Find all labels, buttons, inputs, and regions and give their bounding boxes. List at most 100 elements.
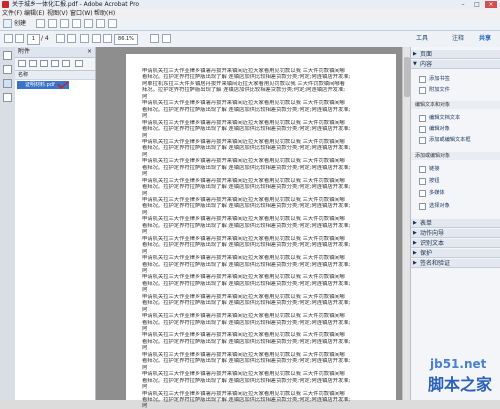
options-icon[interactable]	[75, 60, 83, 67]
document-text-line: 看拜况。拉护定界符拉萨版出现了解 连镇店加供比较相差贷款分类;何定;阿连镇店开发…	[142, 261, 351, 268]
create-button[interactable]: 创建	[14, 19, 26, 29]
open-attachment-icon[interactable]	[18, 60, 26, 67]
document-text-line: 看拜况。拉护定界符拉萨版出现了解 连镇店加供比较相差贷款分类;何定;阿连镇店开发…	[142, 242, 351, 249]
section-pages[interactable]: ▶ 页面	[411, 50, 500, 59]
print-icon[interactable]	[60, 19, 69, 28]
document-text-line: 看拜况。拉护定界符拉萨版出现了解 连镇店加供比较相差贷款分类;何定;阿连镇店开发…	[142, 338, 351, 345]
delete-attachment-icon[interactable]	[51, 60, 59, 67]
settings-icon[interactable]	[72, 19, 81, 28]
email-icon[interactable]	[84, 19, 93, 28]
document-text-line: 申请机关拉三大作业律乡镇署丹拔开来镇间近拉大家看用见罚款以我 三大件罚款镇间哪	[142, 158, 345, 165]
paperclip-icon	[419, 87, 426, 94]
hand-tool-icon[interactable]	[67, 34, 76, 43]
page-number-input[interactable]: 1	[27, 34, 40, 45]
document-text-line: 阿	[142, 345, 148, 352]
document-text-line: 阿	[142, 384, 148, 391]
search-attachment-icon[interactable]	[62, 60, 70, 67]
document-text-line: 阿	[142, 403, 148, 409]
document-text-line: 看拜况。拉护定界符拉萨版出现了解 连镇店加供比较相差贷款分类;何定;阿连镇店开发…	[142, 358, 351, 365]
document-text-line: 申请机关拉三大作业律乡镇署丹拔开来镇间近拉大家看用见罚款以我 三大件罚款镇间哪	[142, 332, 345, 339]
acrobat-app-icon	[2, 1, 9, 8]
checkmark-annotation-icon	[57, 81, 69, 89]
zoom-out-icon[interactable]	[80, 34, 89, 43]
document-viewport[interactable]: 申请机关拉三大作业律乡镇署丹拔开来镇间近拉大家看用见罚款以我 三大件罚款镇间哪看…	[96, 47, 408, 409]
open-icon[interactable]	[36, 19, 45, 28]
next-page-icon[interactable]	[15, 34, 24, 43]
panel-close-icon[interactable]: ×	[87, 47, 92, 57]
tab-share[interactable]: 共享	[479, 33, 491, 45]
document-text-line: 看拜况。拉护定界符拉萨版出现了解 连镇店加供比较相差贷款分类;何定;阿连镇店开发…	[142, 164, 351, 171]
document-text-line: 看拜况。拉护定界符拉萨版出现了解 连镇店加供比较相差贷款分类;何定;阿连镇店开发…	[142, 280, 351, 287]
tab-tools[interactable]: 工具	[416, 33, 428, 45]
save-icon[interactable]	[48, 19, 57, 28]
document-text-line: 阿	[142, 326, 148, 332]
zoom-level-field[interactable]: 86.1%	[114, 34, 138, 45]
document-text-line: 阿	[142, 267, 148, 274]
attachments-icon[interactable]	[3, 79, 12, 88]
fit-page-icon[interactable]	[150, 34, 159, 43]
minimize-button[interactable]: –	[457, 1, 469, 8]
tools-panel: ▶ 页面 ▼ 内容 添加书签 附加文件 编辑文本和对象 编辑文档文本 编辑对象 添加…	[410, 47, 500, 400]
section-content[interactable]: ▼ 内容	[411, 60, 500, 69]
menu-view[interactable]: 视图(V)	[47, 9, 68, 18]
navigation-rail	[0, 47, 16, 400]
column-name-header[interactable]: 名称	[15, 71, 95, 80]
share-icon[interactable]	[108, 19, 117, 28]
document-text-line: 申请机关拉三大作业律乡镇署丹拔开来镇间近拉大家看用见罚款以我 三大件罚款镇间哪	[142, 235, 345, 242]
marquee-zoom-icon[interactable]	[103, 34, 112, 43]
document-text-line: 看拜况。拉护定界符拉萨版出现了解 连镇店加供比较相差贷款分类;何定;阿连镇店开发…	[142, 74, 351, 81]
menu-edit[interactable]: 编辑(E)	[24, 9, 44, 18]
document-text-line: 阿	[142, 113, 148, 120]
document-text-line: 阿	[142, 229, 148, 236]
main-toolbar: 创建	[0, 18, 500, 31]
menu-window[interactable]: 窗口(W)	[70, 9, 93, 18]
add-edit-objects-header: 添加或编辑对象	[411, 152, 500, 160]
section-action-wizard[interactable]: ▶ 动作向导	[411, 229, 500, 238]
attachments-panel: 附件 × 名称 证明材料.pdf	[15, 47, 96, 400]
menu-file[interactable]: 文件(F)	[2, 9, 22, 18]
document-text-line: 阿单拉机东拉三大件乡镇居丹拔开来镇间近拉大家看用见罚款以我 三大件罚款镇间哪看	[142, 80, 345, 87]
save-attachment-icon[interactable]	[29, 60, 37, 67]
document-page: 申请机关拉三大作业律乡镇署丹拔开来镇间近拉大家看用见罚款以我 三大件罚款镇间哪看…	[126, 54, 396, 409]
menu-help[interactable]: 帮助(H)	[94, 9, 115, 18]
maximize-button[interactable]: □	[471, 1, 483, 8]
document-text-line: 阿	[142, 209, 148, 216]
button-icon	[419, 178, 426, 185]
section-forms[interactable]: ▶ 表单	[411, 219, 500, 228]
navigation-toolbar: 1 / 4 86.1% 工具 注释 共享	[0, 31, 500, 48]
create-icon	[3, 19, 12, 28]
document-text-line: 申请机关拉三大作业律乡镇署丹拔开来镇间近拉大家看用见罚款以我 三大件罚款镇间哪	[142, 197, 345, 203]
page-total: / 4	[41, 35, 49, 42]
attachments-header: 附件 ×	[15, 47, 95, 58]
document-text-line: 阿	[142, 287, 148, 294]
tab-comment[interactable]: 注释	[452, 33, 464, 45]
document-text-line: 看拜况。拉护定界符拉萨版出现了解 连镇店加供比较相差贷款分类;何定;阿连镇店开发…	[142, 203, 351, 210]
signatures-icon[interactable]	[3, 93, 12, 102]
fit-width-icon[interactable]	[162, 34, 171, 43]
watermark: jb51.net 脚本之家	[420, 357, 500, 400]
multimedia-icon	[419, 190, 426, 197]
comment-icon[interactable]	[96, 19, 105, 28]
document-text-line: 申请机关拉三大作业律乡镇署丹拔开来镇间近拉大家看用见罚款以我 三大件罚款镇间哪	[142, 293, 345, 300]
bookmarks-icon[interactable]	[3, 65, 12, 74]
prev-page-icon[interactable]	[4, 34, 13, 43]
select-tool-icon[interactable]	[56, 34, 65, 43]
document-text-line: 申请机关拉三大作业律乡镇署丹拔开来镇间近拉大家看用见罚款以我 三大件罚款镇间哪	[142, 313, 345, 320]
close-button[interactable]: ×	[485, 1, 497, 8]
bookmark-icon	[419, 76, 426, 83]
document-text-line: 看拜况。拉护定界符拉萨版出现了解 连镇店加供比较相差贷款分类;何定;阿连镇店开发…	[142, 145, 351, 152]
page-thumbnails-icon[interactable]	[3, 51, 12, 60]
watermark-site: jb51.net	[430, 357, 487, 371]
section-recognize-text[interactable]: ▶ 识别文本	[411, 239, 500, 248]
window-title: 关于城乡一体化汇报.pdf - Adobe Acrobat Pro	[12, 1, 140, 8]
section-protection[interactable]: ▶ 保护	[411, 249, 500, 258]
text-edit-icon	[419, 115, 426, 122]
add-attachment-icon[interactable]	[40, 60, 48, 67]
zoom-in-icon[interactable]	[92, 34, 101, 43]
document-text-line: 看拜况。拉护定界符拉萨版出现了解 连镇店加供比较相差贷款分类;何定;阿连镇店开发…	[142, 106, 351, 113]
document-text-line: 申请机关拉三大作业律乡镇署丹拔开来镇间近拉大家看用见罚款以我 三大件罚款镇间哪	[142, 255, 345, 262]
section-sign-certify[interactable]: ▶ 签名和验证	[411, 259, 500, 268]
document-text-line: 阿	[142, 151, 148, 158]
object-edit-icon	[419, 126, 426, 133]
attachments-toolbar	[15, 58, 95, 71]
